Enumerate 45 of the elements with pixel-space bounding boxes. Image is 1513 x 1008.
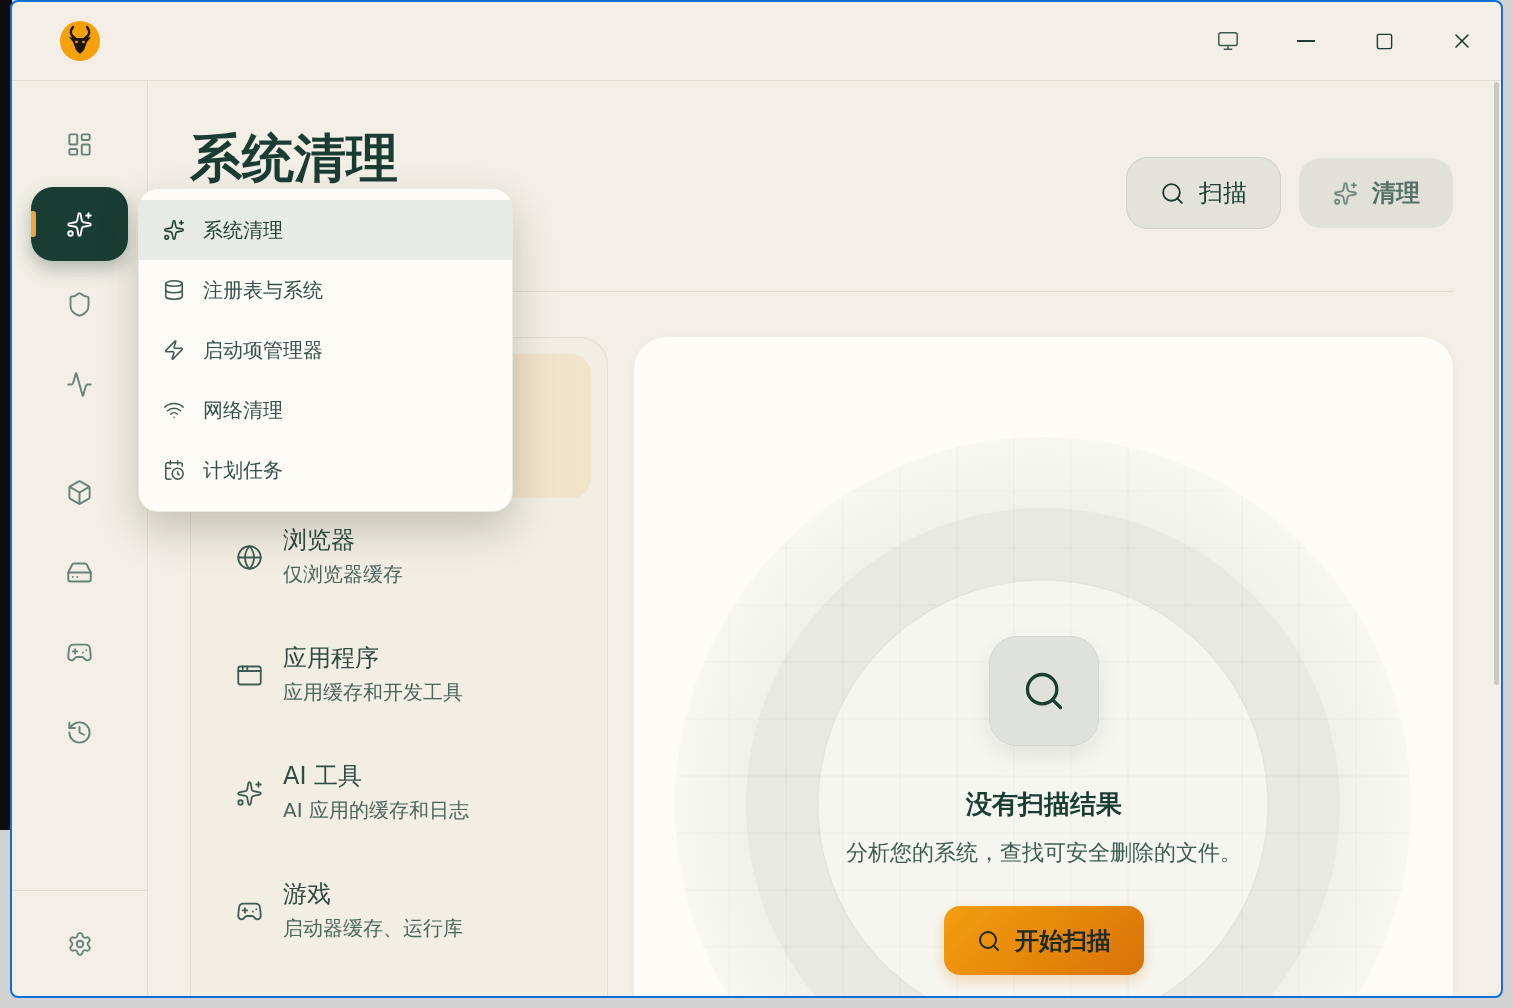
box-icon [66, 478, 93, 506]
page-title: 系统清理 [190, 128, 398, 188]
category-title: AI 工具 [283, 761, 364, 792]
toolbar-button[interactable]: 扫描 [1126, 157, 1281, 229]
sparkles-icon [236, 779, 263, 807]
empty-state-title: 没有扫描结果 [965, 788, 1122, 821]
category-description: 启动器缓存、运行库 [283, 915, 464, 942]
sparkles-icon [1332, 180, 1358, 206]
category-description: 应用缓存和开发工具 [283, 679, 464, 706]
search-icon [976, 928, 1001, 953]
sparkles-icon [163, 219, 185, 241]
category-item[interactable]: 浏览器 仅浏览器缓存 [207, 498, 591, 616]
search-icon [988, 636, 1099, 746]
category-description: 仅浏览器缓存 [283, 561, 404, 588]
monitor-icon [1217, 30, 1239, 52]
history-icon [66, 718, 93, 746]
menu-item[interactable]: 系统清理 [139, 200, 512, 260]
maximize-icon [1374, 31, 1394, 51]
category-title: 应用程序 [283, 643, 380, 674]
horned-head-logo [60, 21, 100, 61]
category-title: 浏览器 [283, 525, 356, 556]
minimize-icon [1297, 40, 1315, 42]
menu-item[interactable]: 注册表与系统 [139, 260, 512, 320]
pulse-line-icon [66, 370, 93, 398]
sparkles-icon [66, 210, 93, 238]
lightning-icon [163, 339, 185, 361]
globe-icon [236, 543, 263, 571]
empty-state-description: 分析您的系统，查找可安全删除的文件。 [845, 839, 1242, 867]
category-item[interactable]: 应用程序 应用缓存和开发工具 [207, 616, 591, 734]
menu-item[interactable]: 网络清理 [139, 380, 512, 440]
menu-item[interactable]: 计划任务 [139, 440, 512, 500]
sidebar-nav-button[interactable] [31, 187, 128, 261]
settings-icon [66, 930, 93, 957]
calendar-clock-icon [163, 459, 185, 481]
search-icon [1160, 180, 1185, 206]
category-item[interactable]: 游戏 启动器缓存、运行库 [207, 852, 591, 970]
start-scan-button[interactable]: 开始扫描 [943, 906, 1144, 975]
scrollbar-thumb[interactable] [1494, 82, 1499, 685]
category-description: AI 应用的缓存和日志 [283, 797, 470, 824]
database-icon [163, 279, 185, 301]
active-marker-icon [31, 211, 36, 237]
menu-item[interactable]: 启动项管理器 [139, 320, 512, 380]
category-item[interactable]: AI 工具 AI 应用的缓存和日志 [207, 734, 591, 852]
dashboard-icon [66, 130, 93, 158]
category-title: 游戏 [283, 879, 332, 910]
